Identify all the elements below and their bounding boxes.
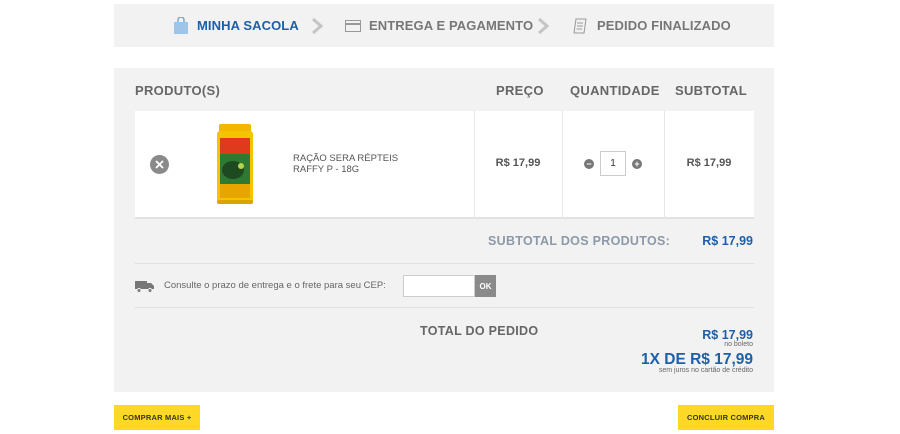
product-image[interactable]	[217, 124, 253, 205]
subtotal-produtos-value: R$ 17,99	[702, 234, 753, 248]
step-entrega-pagamento: ENTREGA E PAGAMENTO	[344, 4, 533, 47]
divider	[135, 263, 754, 264]
decrease-quantity-button[interactable]: −	[584, 158, 594, 169]
increase-quantity-button[interactable]: +	[632, 158, 642, 169]
step-pedido-finalizado: PEDIDO FINALIZADO	[572, 4, 731, 47]
subtotal-produtos-label: SUBTOTAL DOS PRODUTOS:	[488, 234, 671, 248]
product-name[interactable]: RAÇÃO SERA RÉPTEIS RAFFY P - 18G	[293, 153, 413, 175]
total-boleto-value: R$ 17,99	[702, 328, 753, 342]
cart-item-row: RAÇÃO SERA RÉPTEIS RAFFY P - 18G R$ 17,9…	[135, 111, 754, 219]
total-boleto-note: no boleto	[724, 341, 753, 348]
remove-icon	[155, 160, 164, 169]
header-quantidade: QUANTIDADE	[570, 83, 660, 98]
chevron-right-icon	[538, 17, 550, 35]
chevron-right-icon	[312, 17, 324, 35]
comprar-mais-button[interactable]: COMPRAR MAIS +	[114, 405, 200, 430]
truck-icon	[135, 281, 154, 293]
plus-icon: +	[634, 158, 640, 169]
step-label: MINHA SACOLA	[197, 18, 299, 33]
header-subtotal: SUBTOTAL	[675, 83, 747, 98]
step-minha-sacola: MINHA SACOLA	[172, 4, 299, 47]
product-price: R$ 17,99	[495, 157, 541, 169]
step-label: PEDIDO FINALIZADO	[597, 18, 731, 33]
cep-label: Consulte o prazo de entrega e o frete pa…	[164, 280, 386, 291]
shopping-bag-icon	[172, 16, 190, 35]
header-produtos: PRODUTO(S)	[135, 83, 221, 98]
divider	[135, 307, 754, 308]
quantity-input[interactable]	[600, 151, 626, 176]
credit-card-icon	[344, 17, 362, 35]
cep-input[interactable]	[403, 275, 475, 297]
checkout-steps: MINHA SACOLA ENTREGA E PAGAMENTO PEDIDO …	[114, 4, 774, 47]
step-label: ENTREGA E PAGAMENTO	[369, 18, 534, 33]
receipt-icon	[572, 17, 590, 35]
header-preco: PREÇO	[496, 83, 544, 98]
quantity-stepper: − +	[562, 151, 664, 176]
minus-icon: −	[586, 158, 592, 169]
concluir-compra-button[interactable]: CONCLUIR COMPRA	[678, 405, 774, 430]
remove-item-button[interactable]	[150, 155, 169, 174]
total-pedido-label: TOTAL DO PEDIDO	[420, 324, 539, 338]
total-parcelado-note: sem juros no cartão de crédito	[658, 367, 753, 374]
cart-panel: PRODUTO(S) PREÇO QUANTIDADE SUBTOTAL RAÇ…	[114, 68, 774, 392]
product-subtotal: R$ 17,99	[686, 157, 732, 169]
cep-ok-button[interactable]: OK	[475, 275, 496, 297]
